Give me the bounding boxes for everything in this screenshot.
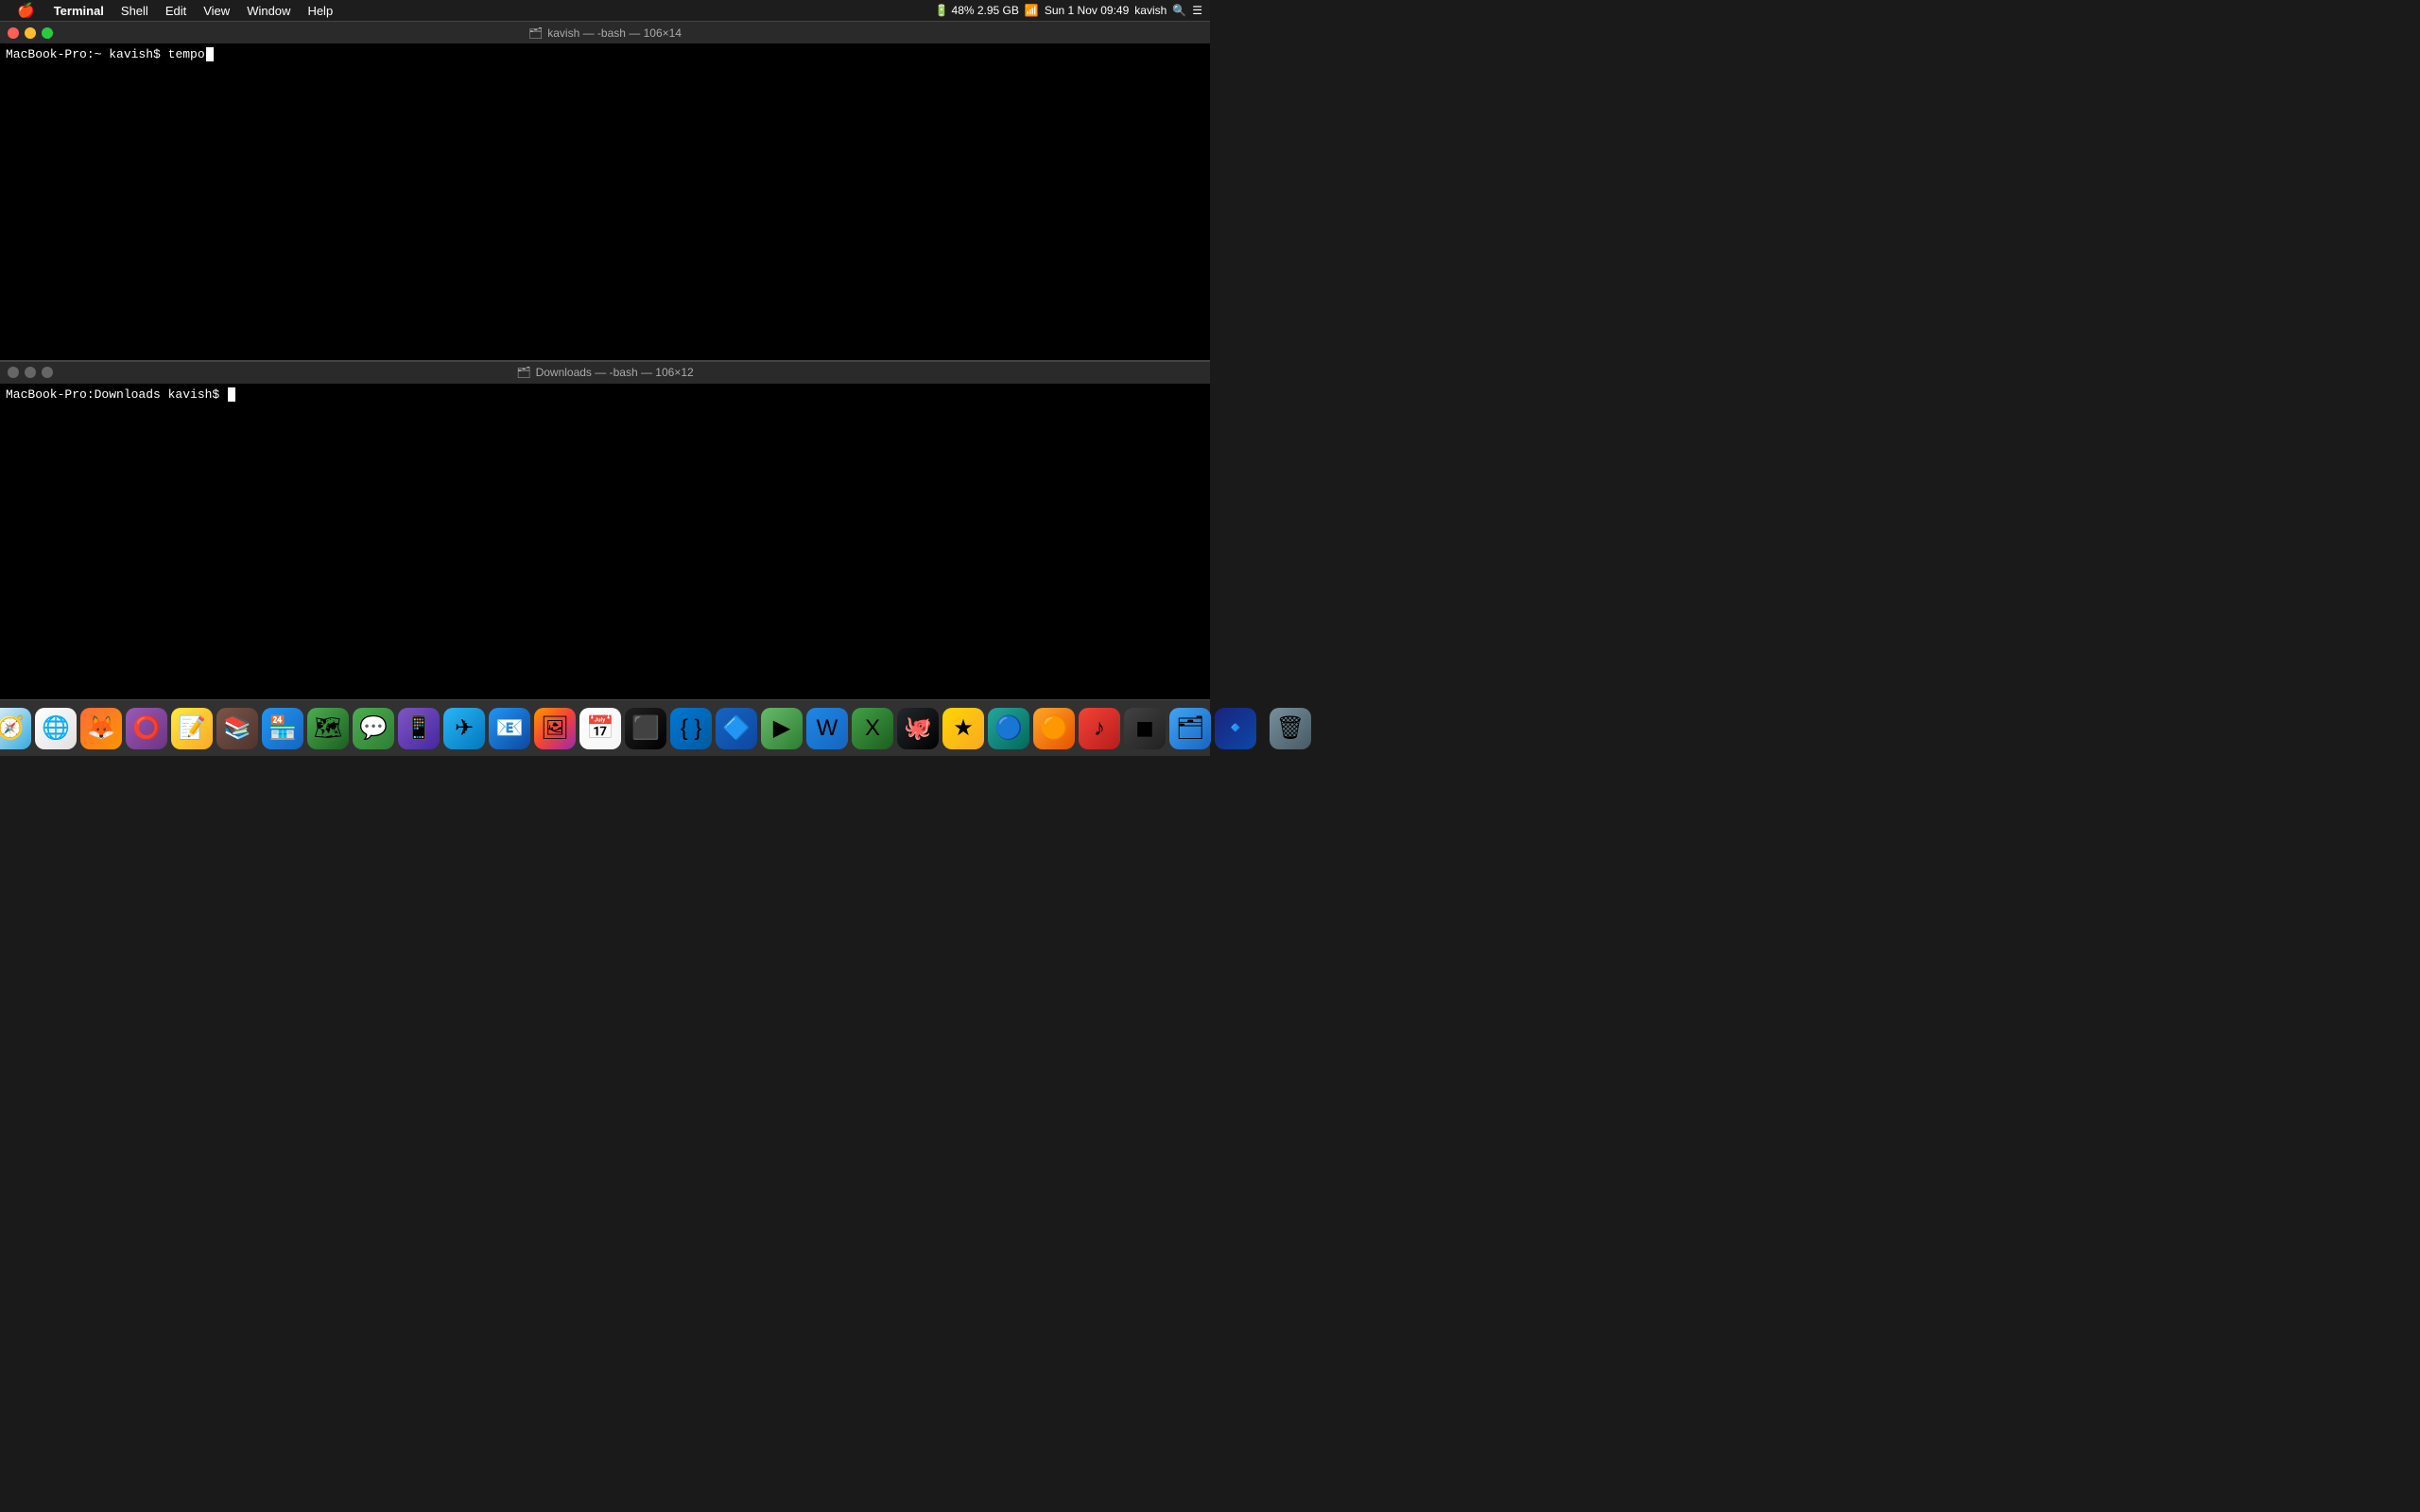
- wifi-status: 📶: [1025, 4, 1039, 17]
- dock-item-blue-app[interactable]: 🔷: [716, 708, 757, 749]
- dock-item-terminal[interactable]: ⬛: [625, 708, 666, 749]
- menu-window[interactable]: Window: [239, 2, 298, 20]
- titlebar-title-top: 🗂 kavish — -bash — 106×14: [528, 26, 682, 40]
- cursor-bottom: [228, 387, 235, 402]
- maximize-button-top[interactable]: [42, 27, 53, 39]
- dock-item-photos[interactable]: 🖼: [534, 708, 576, 749]
- prompt-text-bottom: MacBook-Pro:Downloads kavish$: [6, 387, 219, 402]
- dock-item-teal-app[interactable]: 🔵: [988, 708, 1029, 749]
- prompt-line-top: MacBook-Pro:~ kavish$ tempo: [6, 47, 1204, 61]
- menubar: 🍎 Terminal Shell Edit View Window Help 🔋…: [0, 0, 1210, 21]
- dock-item-yellow-app[interactable]: ★: [942, 708, 984, 749]
- menubar-right: 🔋 48% 2.95 GB 📶 Sun 1 Nov 09:49 kavish 🔍…: [935, 4, 1202, 17]
- dock-item-blue-app-2[interactable]: 🔹: [1215, 708, 1256, 749]
- dock-item-maps[interactable]: 🗺: [307, 708, 349, 749]
- dock-item-trash[interactable]: 🗑: [1270, 708, 1311, 749]
- terminal-content-top[interactable]: MacBook-Pro:~ kavish$ tempo: [0, 43, 1210, 360]
- dock-item-viber[interactable]: 📱: [398, 708, 440, 749]
- prompt-text-top: MacBook-Pro:~ kavish$: [6, 47, 161, 61]
- window-controls-bottom: [8, 367, 53, 378]
- dock-item-github[interactable]: 🐙: [897, 708, 939, 749]
- menu-view[interactable]: View: [196, 2, 237, 20]
- minimize-button-bottom[interactable]: [25, 367, 36, 378]
- dock-item-word[interactable]: W: [806, 708, 848, 749]
- menu-shell[interactable]: Shell: [113, 2, 156, 20]
- dock-item-mail[interactable]: 📧: [489, 708, 530, 749]
- command-text-top: tempo: [168, 47, 205, 61]
- close-button-bottom[interactable]: [8, 367, 19, 378]
- dock-item-notes[interactable]: 📝: [171, 708, 213, 749]
- dock-item-vscode[interactable]: { }: [670, 708, 712, 749]
- menu-terminal[interactable]: Terminal: [46, 2, 112, 20]
- apple-menu[interactable]: 🍎: [8, 0, 44, 21]
- terminal-container: 🗂 kavish — -bash — 106×14 MacBook-Pro:~ …: [0, 21, 1210, 699]
- prompt-line-bottom: MacBook-Pro:Downloads kavish$: [6, 387, 1204, 402]
- dock-item-app-store[interactable]: 🏪: [262, 708, 303, 749]
- titlebar-title-bottom: 🗂 Downloads — -bash — 106×12: [516, 366, 693, 379]
- dock-item-telegram[interactable]: ✈: [443, 708, 485, 749]
- search-icon[interactable]: 🔍: [1172, 4, 1186, 17]
- terminal-titlebar-top: 🗂 kavish — -bash — 106×14: [0, 21, 1210, 43]
- dock-item-music[interactable]: ♪: [1079, 708, 1120, 749]
- dock-item-orange-app[interactable]: 🟠: [1033, 708, 1075, 749]
- dock-item-safari[interactable]: 🧭: [0, 708, 31, 749]
- menubar-left: 🍎 Terminal Shell Edit View Window Help: [8, 0, 340, 21]
- maximize-button-bottom[interactable]: [42, 367, 53, 378]
- dock-item-finder-2[interactable]: 🗂: [1169, 708, 1211, 749]
- cursor-top: [206, 47, 214, 61]
- datetime: Sun 1 Nov 09:49: [1045, 4, 1129, 17]
- dock-item-chrome[interactable]: 🌐: [35, 708, 77, 749]
- dock-item-firefox[interactable]: 🦊: [80, 708, 122, 749]
- terminal-window-bottom: 🗂 Downloads — -bash — 106×12 MacBook-Pro…: [0, 361, 1210, 700]
- dock-item-calendar[interactable]: 📅: [579, 708, 621, 749]
- battery-status: 🔋 48% 2.95 GB: [935, 4, 1019, 17]
- terminal-window-top: 🗂 kavish — -bash — 106×14 MacBook-Pro:~ …: [0, 21, 1210, 360]
- dock-item-dark-app[interactable]: ◼: [1124, 708, 1166, 749]
- window-controls-top: [8, 27, 53, 39]
- dock-item-purple-app[interactable]: ⭕: [126, 708, 167, 749]
- minimize-button-top[interactable]: [25, 27, 36, 39]
- terminal-titlebar-bottom: 🗂 Downloads — -bash — 106×12: [0, 361, 1210, 384]
- username: kavish: [1134, 4, 1167, 17]
- dock: 🔍🚀🧭🌐🦊⭕📝📚🏪🗺💬📱✈📧🖼📅⬛{ }🔷▶WX🐙★🔵🟠♪◼🗂🔹🗑: [0, 699, 1210, 756]
- menubar-list-icon[interactable]: ☰: [1192, 4, 1202, 17]
- dock-item-books[interactable]: 📚: [216, 708, 258, 749]
- menu-edit[interactable]: Edit: [158, 2, 194, 20]
- dock-item-messages[interactable]: 💬: [353, 708, 394, 749]
- close-button-top[interactable]: [8, 27, 19, 39]
- dock-item-green-app[interactable]: ▶: [761, 708, 803, 749]
- menu-help[interactable]: Help: [300, 2, 340, 20]
- terminal-content-bottom[interactable]: MacBook-Pro:Downloads kavish$: [0, 384, 1210, 700]
- dock-item-excel[interactable]: X: [852, 708, 893, 749]
